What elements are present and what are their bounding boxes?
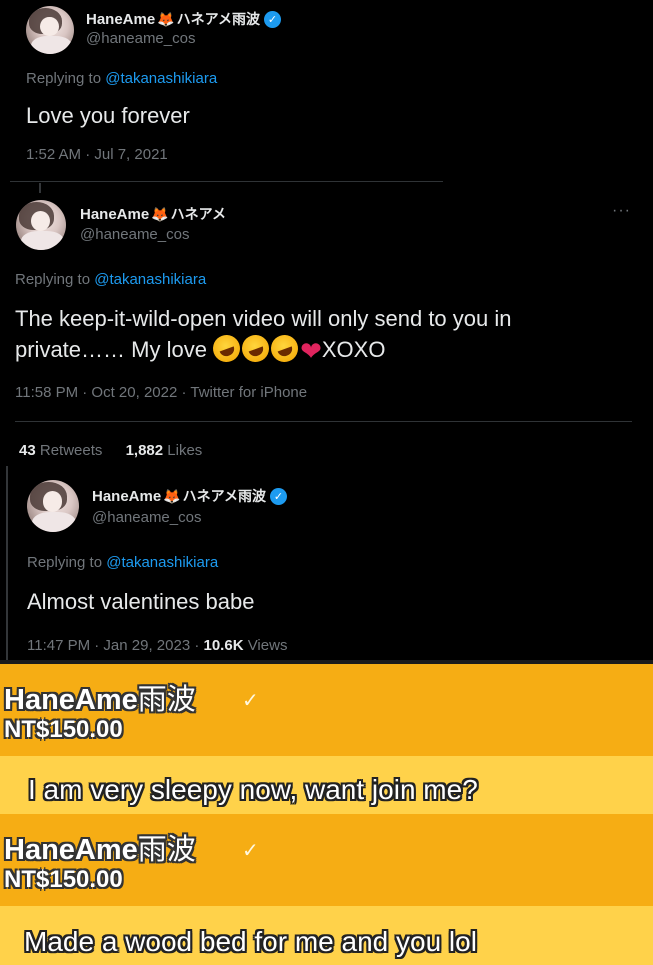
- retweets-label: Retweets: [39, 442, 103, 459]
- replying-to: Replying to @takanashikiara: [15, 271, 206, 288]
- retweets-count: 43: [19, 442, 36, 459]
- donation-message: Made a wood bed for me and you lol: [24, 926, 477, 957]
- tweet-text-line-1: The keep-it-wild-open video will only se…: [15, 306, 512, 331]
- display-name-jp[interactable]: ハネアメ雨波: [177, 9, 260, 29]
- tweet-timestamp[interactable]: 11:58 PM · Oct 20, 2022 · Twitter for iP…: [15, 384, 307, 401]
- display-name-jp[interactable]: ハネアメ: [171, 204, 226, 224]
- retweets-stat[interactable]: 43 Retweets: [19, 442, 102, 459]
- checkmark-icon: ✓: [242, 690, 259, 712]
- fox-emoji-icon: 🦊: [157, 10, 175, 27]
- display-name[interactable]: HaneAme: [80, 206, 149, 223]
- donation-amount: NT$150.00: [4, 866, 123, 893]
- donor-name-latin: HaneAme: [4, 834, 138, 866]
- verified-badge-icon: ✓: [269, 487, 287, 505]
- tweet-timestamp[interactable]: 11:47 PM · Jan 29, 2023 ·: [27, 637, 199, 654]
- engagement-stats: 43 Retweets 1,882 Likes: [19, 442, 202, 459]
- avatar[interactable]: [27, 480, 79, 532]
- tweet-1[interactable]: HaneAme 🦊 ハネアメ雨波 ✓ @haneame_cos Replying…: [0, 0, 445, 182]
- stream-donation-panel: HaneAme雨波 ✓ NT$150.00 I am very sleepy n…: [0, 664, 653, 965]
- thread-line: [6, 466, 8, 664]
- tweet-text-line-2-prefix: private…… My love: [15, 337, 207, 362]
- tweet-text: Almost valentines babe: [27, 589, 255, 614]
- rolling-laughing-emoji-icon: [267, 331, 302, 366]
- tweet-text: The keep-it-wild-open video will only se…: [15, 303, 645, 367]
- thread-line: [39, 183, 41, 193]
- author-name-row[interactable]: HaneAme 🦊 ハネアメ雨波 ✓: [92, 486, 287, 506]
- fox-emoji-icon: 🦊: [163, 487, 181, 504]
- author-name-row[interactable]: HaneAme 🦊 ハネアメ雨波 ✓: [86, 9, 281, 29]
- rolling-laughing-emoji-icon: [238, 331, 273, 366]
- replying-to-label: Replying to: [27, 554, 103, 571]
- donor-name: HaneAme雨波: [4, 826, 196, 868]
- verified-badge-icon: ✓: [263, 10, 281, 28]
- likes-stat[interactable]: 1,882 Likes: [126, 442, 203, 459]
- handle[interactable]: @haneame_cos: [92, 509, 201, 526]
- tweet-timestamp[interactable]: 1:52 AM · Jul 7, 2021: [26, 146, 168, 163]
- donation-message: I am very sleepy now, want join me?: [28, 774, 478, 805]
- views-label: Views: [247, 637, 288, 654]
- donor-name-cjk: 雨波: [137, 832, 196, 866]
- views-count: 10.6K: [203, 637, 244, 654]
- replying-to: Replying to @takanashikiara: [26, 70, 217, 87]
- likes-label: Likes: [167, 442, 203, 459]
- mention-link[interactable]: @takanashikiara: [106, 554, 218, 571]
- tweet-timestamp-row: 11:47 PM · Jan 29, 2023 · 10.6K Views: [27, 637, 287, 654]
- author-name-row[interactable]: HaneAme 🦊 ハネアメ: [80, 204, 226, 224]
- display-name-jp[interactable]: ハネアメ雨波: [183, 486, 266, 506]
- tweet-text: Love you forever: [26, 103, 190, 128]
- avatar[interactable]: [16, 200, 66, 250]
- donor-name-cjk: 雨波: [137, 682, 196, 716]
- donation-amount: NT$150.00: [4, 716, 123, 743]
- display-name[interactable]: HaneAme: [92, 488, 161, 505]
- donor-name: HaneAme雨波: [4, 676, 196, 718]
- handle[interactable]: @haneame_cos: [80, 226, 189, 243]
- fox-emoji-icon: 🦊: [151, 205, 169, 222]
- handle[interactable]: @haneame_cos: [86, 30, 195, 47]
- more-options-icon[interactable]: ···: [612, 202, 631, 220]
- likes-count: 1,882: [125, 442, 164, 459]
- mention-link[interactable]: @takanashikiara: [94, 271, 206, 288]
- tweet-2[interactable]: HaneAme 🦊 ハネアメ ··· @haneame_cos Replying…: [0, 183, 653, 466]
- avatar[interactable]: [26, 6, 74, 54]
- checkmark-icon: ✓: [242, 840, 259, 862]
- tweet-3[interactable]: HaneAme 🦊 ハネアメ雨波 ✓ @haneame_cos Replying…: [0, 466, 560, 664]
- rolling-laughing-emoji-icon: [209, 331, 244, 366]
- donor-name-latin: HaneAme: [4, 684, 138, 716]
- replying-to-label: Replying to: [26, 70, 102, 87]
- divider: [10, 181, 443, 182]
- tweet-text-line-2: private…… My love ❤XOXO: [15, 331, 645, 367]
- display-name[interactable]: HaneAme: [86, 11, 155, 28]
- tweet-text-line-2-suffix: XOXO: [321, 337, 386, 362]
- replying-to-label: Replying to: [15, 271, 91, 288]
- replying-to: Replying to @takanashikiara: [27, 554, 218, 571]
- divider: [15, 421, 632, 422]
- mention-link[interactable]: @takanashikiara: [105, 70, 217, 87]
- red-heart-emoji-icon: ❤: [300, 336, 322, 366]
